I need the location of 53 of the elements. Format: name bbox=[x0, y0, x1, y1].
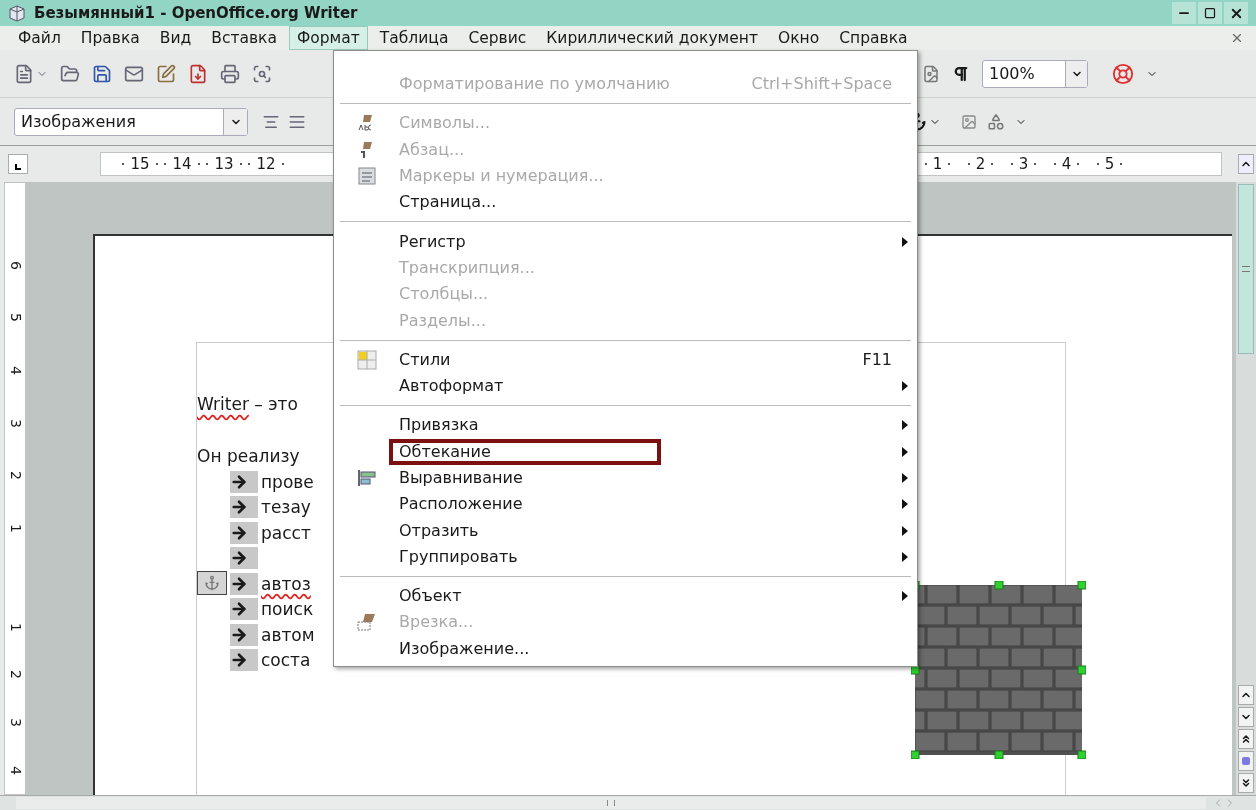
paragraph-text: Writer – это bbox=[197, 393, 298, 416]
menu-item[interactable]: Правка bbox=[72, 26, 148, 50]
window-title: Безымянный1 - OpenOffice.org Writer bbox=[34, 2, 358, 24]
ruler-number: 1 bbox=[932, 153, 943, 175]
ruler-number: 1 bbox=[6, 523, 25, 533]
list-item-text: автом bbox=[261, 623, 315, 647]
menu-item[interactable]: Объект bbox=[334, 583, 917, 610]
ruler-number: 3 bbox=[6, 418, 25, 428]
ruler-number: 15 bbox=[130, 153, 150, 175]
menu-item[interactable]: Изображение... bbox=[334, 635, 917, 662]
ruler-number: 6 bbox=[6, 260, 25, 270]
menu-item[interactable]: Регистр bbox=[334, 228, 917, 255]
paragraph-text: Он реализу bbox=[197, 445, 300, 468]
menu-item[interactable]: Автоформат bbox=[334, 372, 917, 400]
ruler-number: 4 bbox=[6, 366, 25, 375]
ruler-number: 5 bbox=[1104, 153, 1115, 175]
ruler-number: 3 bbox=[1018, 153, 1029, 175]
menu-item[interactable]: Страница... bbox=[334, 189, 917, 216]
list-item-text: соста bbox=[261, 649, 311, 673]
menu-item[interactable]: Выравнивание bbox=[334, 464, 917, 492]
ruler-number: 13 bbox=[214, 153, 234, 175]
menu-item[interactable]: Справка bbox=[831, 26, 916, 50]
ruler-number: 2 bbox=[975, 153, 986, 175]
menu-item[interactable]: Файл bbox=[10, 26, 69, 50]
ruler-number: 3 bbox=[6, 717, 25, 727]
ruler-number: 4 bbox=[1061, 153, 1072, 175]
list-item-text: прове bbox=[261, 470, 314, 494]
list-item-text: автоз bbox=[261, 572, 311, 596]
ruler-number: 2 bbox=[6, 471, 25, 481]
style-combobox[interactable]: Изображения bbox=[14, 107, 248, 136]
ruler-number: 4 bbox=[6, 765, 25, 775]
ruler-number: 14 bbox=[172, 153, 192, 175]
menu-item[interactable]: Сервис bbox=[460, 26, 535, 50]
menu-item[interactable]: Расположение bbox=[334, 491, 917, 518]
menu-item[interactable]: Вид bbox=[151, 26, 200, 50]
menu-item[interactable]: Вставка bbox=[203, 26, 285, 50]
zoom-field[interactable]: 100% bbox=[982, 59, 1088, 88]
list-item-text: поиск bbox=[261, 598, 314, 622]
menu-item[interactable]: Обтекание bbox=[334, 438, 917, 465]
ruler-number: 2 bbox=[6, 670, 25, 680]
menu-item[interactable]: Привязка bbox=[334, 412, 917, 439]
ruler-number: 1 bbox=[6, 622, 25, 632]
menu-item[interactable]: Окно bbox=[770, 26, 828, 50]
menu-item[interactable]: Группировать bbox=[334, 543, 917, 571]
menu-item[interactable]: Кириллический документ bbox=[538, 26, 766, 50]
menu-item[interactable]: Таблица bbox=[371, 26, 457, 50]
menu-item[interactable]: Отразить bbox=[334, 517, 917, 544]
list-item-text: расст bbox=[261, 521, 311, 545]
ruler-number: 5 bbox=[6, 313, 25, 323]
menu-item[interactable]: Формат bbox=[288, 26, 368, 50]
list-item-text: тезау bbox=[261, 496, 311, 520]
menu-item[interactable]: Стили F11 bbox=[334, 346, 917, 373]
ruler-number: 12 bbox=[256, 153, 276, 175]
